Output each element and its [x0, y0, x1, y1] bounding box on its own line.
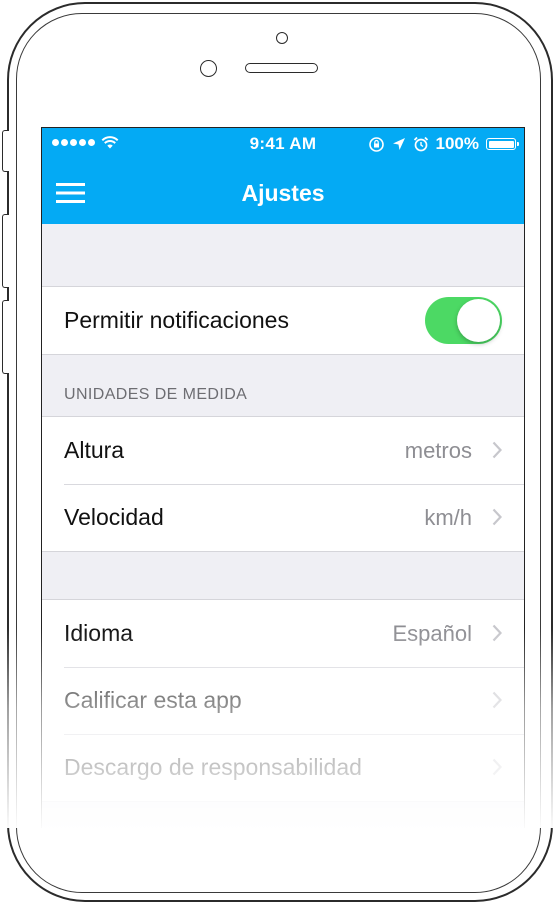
language-label: Idioma — [64, 620, 134, 646]
speed-unit-row[interactable]: Velocidad km/h — [42, 484, 524, 551]
proximity-sensor — [200, 60, 217, 77]
disclaimer-row[interactable]: Descargo de responsabilidad — [42, 734, 524, 801]
units-section-header: UNIDADES DE MEDIDA — [42, 355, 524, 416]
chevron-right-icon — [492, 441, 502, 459]
language-value: Español — [392, 620, 472, 646]
status-right: 100% — [368, 134, 519, 154]
notifications-label: Permitir notificaciones — [64, 307, 289, 333]
units-group: Altura metros Velocidad km/h — [42, 416, 524, 552]
earpiece-speaker — [245, 63, 318, 73]
chevron-right-icon — [492, 508, 502, 526]
alarm-clock-icon — [413, 136, 428, 152]
general-group: Idioma Español Calificar esta app Descar… — [42, 599, 524, 802]
volume-down-button — [2, 300, 9, 374]
section-spacer — [42, 552, 524, 599]
speed-label: Velocidad — [64, 504, 164, 530]
top-spacer — [42, 224, 524, 286]
settings-list: Permitir notificaciones UNIDADES DE MEDI… — [42, 224, 524, 802]
screen: 9:41 AM 100% Ajustes Permitir notificaci… — [41, 127, 525, 828]
rate-app-label: Calificar esta app — [64, 687, 242, 713]
units-section-title: UNIDADES DE MEDIDA — [64, 386, 248, 403]
height-label: Altura — [64, 437, 125, 463]
language-row[interactable]: Idioma Español — [42, 600, 524, 667]
chevron-right-icon — [492, 691, 502, 709]
location-arrow-icon — [392, 138, 405, 150]
front-camera — [276, 32, 288, 44]
chevron-right-icon — [492, 758, 502, 776]
navigation-bar: Ajustes — [42, 162, 524, 224]
chevron-right-icon — [492, 624, 502, 642]
height-value: metros — [404, 437, 472, 463]
screen-rotation-lock-icon — [368, 136, 384, 152]
height-unit-row[interactable]: Altura metros — [42, 417, 524, 484]
battery-icon — [486, 138, 519, 150]
status-bar: 9:41 AM 100% — [42, 128, 524, 162]
mute-switch — [2, 130, 9, 172]
disclaimer-label: Descargo de responsabilidad — [64, 754, 362, 780]
page-title: Ajustes — [241, 180, 325, 206]
toggle-knob — [457, 299, 500, 342]
battery-percent: 100% — [435, 134, 479, 153]
volume-up-button — [2, 214, 9, 288]
rate-app-row[interactable]: Calificar esta app — [42, 667, 524, 734]
notifications-row: Permitir notificaciones — [42, 287, 524, 354]
speed-value: km/h — [424, 504, 472, 530]
notifications-group: Permitir notificaciones — [42, 286, 524, 355]
notifications-toggle[interactable] — [425, 297, 502, 344]
